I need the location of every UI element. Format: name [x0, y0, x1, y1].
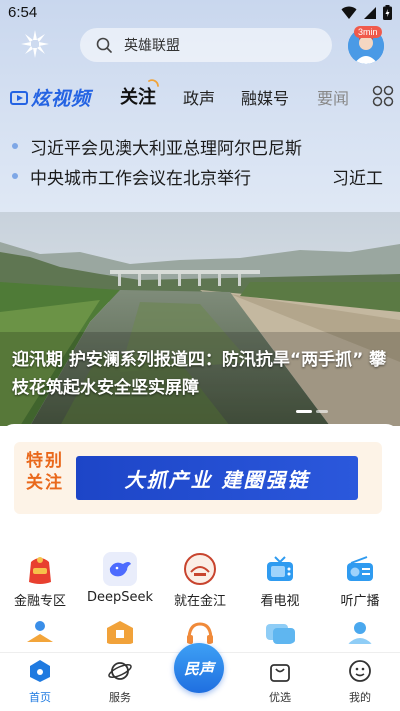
signal-icon	[364, 6, 376, 19]
headline-text: 习近平会见澳大利亚总理阿尔巴尼斯	[30, 139, 302, 159]
battery-icon	[383, 5, 392, 20]
status-icons	[341, 5, 392, 20]
quick-link-person[interactable]	[320, 620, 400, 644]
headline-item[interactable]: 中央城市工作会议在北京举行 习近工	[0, 162, 400, 192]
pager-dot	[316, 410, 328, 413]
search-placeholder: 英雄联盟	[124, 38, 180, 54]
home-icon	[30, 660, 50, 682]
quick-link-label: 看电视	[260, 594, 300, 609]
hero-banner[interactable]: 迎汛期 护安澜系列报道四：防汛抗旱“两手抓” 攀枝花筑起水安全坚实屏障	[0, 212, 400, 426]
tab-rongmeihao[interactable]: 融媒号	[241, 85, 289, 109]
headphone-icon	[187, 622, 213, 644]
person-icon	[348, 622, 372, 644]
radio-icon	[347, 556, 373, 581]
quick-link-finance[interactable]: 金融专区	[0, 552, 80, 609]
nav-label: 优选	[269, 691, 291, 704]
quick-links-row: 金融专区 DeepSeek 就在金江 看电视 听广播	[0, 552, 400, 609]
quick-link-deepseek[interactable]: DeepSeek	[80, 552, 160, 609]
quick-link-jinjiang[interactable]: 就在金江	[160, 552, 240, 609]
tab-zhengsheng[interactable]: 政声	[183, 85, 215, 109]
nav-label: 我的	[349, 691, 371, 704]
bullet-dot	[12, 143, 18, 149]
profile-icon	[349, 660, 371, 682]
quick-link-audio[interactable]	[160, 620, 240, 644]
nav-minsheng-button[interactable]: 民声	[174, 643, 224, 693]
quick-link-label: DeepSeek	[86, 590, 154, 605]
quick-link-label: 金融专区	[13, 594, 66, 609]
nav-services[interactable]: 服务	[85, 659, 155, 705]
search-input[interactable]: 英雄联盟	[80, 28, 332, 62]
quick-links-row-2	[0, 620, 400, 644]
quick-link-radio[interactable]: 听广播	[320, 552, 400, 609]
tv-icon	[267, 556, 293, 581]
nav-youxuan[interactable]: 优选	[245, 659, 315, 705]
headline-text: 中央城市工作会议在北京举行	[30, 169, 251, 189]
nav-home[interactable]: 首页	[5, 659, 75, 705]
tab-video[interactable]: 炫视频	[10, 84, 91, 111]
quick-link-enterprise[interactable]	[80, 620, 160, 644]
play-icon	[10, 90, 28, 105]
channel-grid-icon[interactable]	[372, 85, 394, 107]
quick-link-tv[interactable]: 看电视	[240, 552, 320, 609]
quick-link-reading[interactable]	[0, 620, 80, 644]
nav-label: 服务	[109, 691, 131, 704]
quick-link-chat[interactable]	[240, 620, 320, 644]
status-bar: 6:54	[0, 0, 400, 26]
enterprise-icon	[107, 621, 133, 644]
promo-banner[interactable]: 特别关注 大抓产业 建圈强链	[14, 442, 382, 514]
deepseek-icon	[103, 552, 137, 586]
search-icon	[96, 37, 112, 53]
app-logo-icon[interactable]	[18, 27, 52, 61]
carousel-pager	[296, 410, 328, 413]
channel-tabs: 炫视频 关注 政声 融媒号 要闻	[0, 78, 400, 114]
refresh-icon	[148, 79, 159, 87]
headline-item[interactable]: 习近平会见澳大利亚总理阿尔巴尼斯	[0, 132, 400, 162]
status-time: 6:54	[8, 4, 38, 21]
pager-dot-active	[296, 410, 312, 413]
headline-list: 习近平会见澳大利亚总理阿尔巴尼斯 中央城市工作会议在北京举行 习近工	[0, 132, 400, 192]
nav-profile[interactable]: 我的	[325, 659, 395, 705]
hero-caption: 迎汛期 护安澜系列报道四：防汛抗旱“两手抓” 攀枝花筑起水安全坚实屏障	[12, 350, 387, 398]
nav-label: 首页	[29, 691, 51, 704]
planet-icon	[108, 662, 132, 680]
promo-special-label: 特别关注	[26, 451, 64, 493]
wifi-icon	[341, 6, 357, 19]
quick-link-label: 听广播	[340, 594, 380, 609]
quick-link-label: 就在金江	[173, 594, 226, 609]
user-avatar-button[interactable]: 3min	[346, 26, 386, 66]
promo-banner-text: 大抓产业 建圈强链	[76, 456, 358, 500]
reading-icon	[27, 621, 53, 642]
timer-badge: 3min	[354, 26, 382, 38]
chat-icon	[266, 624, 295, 644]
header-area: 6:54 英雄联盟 3min 炫视频 关注 政声 融媒号 要闻 习近平会见澳大利…	[0, 0, 400, 212]
headline-text-trail: 习近工	[332, 169, 383, 189]
tab-video-label: 炫视频	[31, 88, 92, 110]
bottom-nav: 首页 服务 民声 优选 我的	[0, 643, 400, 711]
shopping-bag-icon	[270, 664, 290, 682]
bullet-dot	[12, 173, 18, 179]
finance-icon	[29, 557, 51, 584]
jinjiang-icon	[184, 553, 216, 585]
tab-yaowen[interactable]: 要闻	[317, 85, 349, 109]
